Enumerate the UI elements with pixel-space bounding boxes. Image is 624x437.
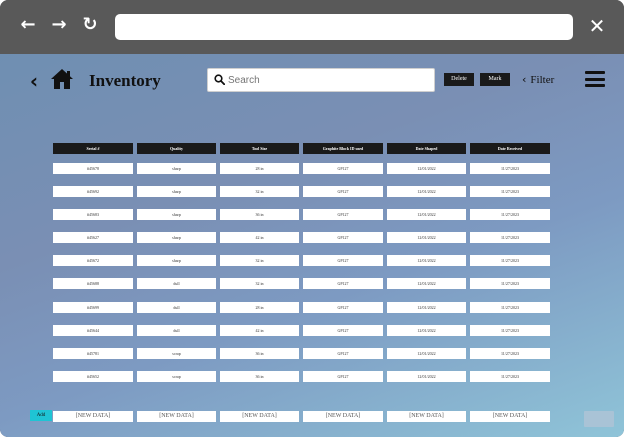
filter-button[interactable]: ‹ Filter xyxy=(522,72,554,88)
table-cell-date-received: 11/27/2023 xyxy=(470,348,550,359)
table-cell-date-received: 11/27/2023 xyxy=(470,325,550,336)
search-box[interactable] xyxy=(207,68,435,92)
table-cell-date-shaped: 12/01/2022 xyxy=(387,186,466,197)
add-button[interactable]: Add xyxy=(30,410,52,421)
filter-label: Filter xyxy=(530,74,555,86)
search-icon xyxy=(214,74,225,85)
table-cell-date-shaped: 12/01/2022 xyxy=(387,348,466,359)
search-input[interactable] xyxy=(228,71,428,89)
table-cell-date-received: 11/27/2023 xyxy=(470,278,550,289)
table-cell-serial: #45627 xyxy=(53,232,133,243)
table-cell-tool-size: 36 in xyxy=(220,209,299,220)
table-cell-serial: #45652 xyxy=(53,371,133,382)
browser-window: ← → ↻ ✕ ‹ Inventory Delete Mark ‹Filter … xyxy=(0,0,624,437)
table-cell-tool-size: 32 in xyxy=(220,278,299,289)
table-cell-date-received: 11/27/2023 xyxy=(470,232,550,243)
table-cell-date-shaped: 12/01/2022 xyxy=(387,325,466,336)
column-header-date-received: Date Received xyxy=(470,143,550,154)
table-cell-graphite-block: GP127 xyxy=(303,348,383,359)
table-cell-date-shaped: 12/01/2022 xyxy=(387,255,466,266)
table-cell-serial: #45672 xyxy=(53,255,133,266)
table-cell-tool-size: 32 in xyxy=(220,255,299,266)
table-cell-tool-size: 42 in xyxy=(220,325,299,336)
table-cell-graphite-block: GP127 xyxy=(303,278,383,289)
corner-button[interactable] xyxy=(584,411,614,427)
back-chevron-icon[interactable]: ‹ xyxy=(26,71,42,91)
table-cell-quality: dull xyxy=(137,278,216,289)
table-cell-date-shaped: 12/01/2022 xyxy=(387,163,466,174)
home-icon[interactable] xyxy=(50,68,74,90)
new-data-cell-date-shaped[interactable]: [NEW DATA] xyxy=(387,411,466,422)
page-title: Inventory xyxy=(89,71,161,90)
column-header-date-shaped: Date Shaped xyxy=(387,143,466,154)
hamburger-menu-icon[interactable] xyxy=(585,69,605,89)
table-cell-quality: sharp xyxy=(137,209,216,220)
table-cell-graphite-block: GP127 xyxy=(303,232,383,243)
chevron-left-icon: ‹ xyxy=(522,73,527,86)
delete-button[interactable]: Delete xyxy=(444,73,474,86)
table-cell-date-shaped: 12/01/2022 xyxy=(387,371,466,382)
table-cell-serial: #45683 xyxy=(53,209,133,220)
table-cell-graphite-block: GP127 xyxy=(303,302,383,313)
column-header-quality: Quality xyxy=(137,143,216,154)
new-data-cell-date-received[interactable]: [NEW DATA] xyxy=(470,411,550,422)
column-header-serial: Serial # xyxy=(53,143,133,154)
table-cell-serial: #45688 xyxy=(53,278,133,289)
new-data-cell-tool-size[interactable]: [NEW DATA] xyxy=(220,411,299,422)
address-bar[interactable] xyxy=(115,14,573,40)
table-cell-graphite-block: GP127 xyxy=(303,371,383,382)
column-header-graphite-block: Graphite Block ID used xyxy=(303,143,383,154)
table-cell-tool-size: 36 in xyxy=(220,371,299,382)
table-cell-date-received: 11/27/2023 xyxy=(470,255,550,266)
table-cell-graphite-block: GP127 xyxy=(303,255,383,266)
table-cell-tool-size: 32 in xyxy=(220,186,299,197)
mark-button[interactable]: Mark xyxy=(480,73,510,86)
table-cell-date-received: 11/27/2023 xyxy=(470,371,550,382)
table-cell-date-received: 11/27/2023 xyxy=(470,163,550,174)
table-cell-date-received: 11/27/2023 xyxy=(470,186,550,197)
new-data-cell-serial[interactable]: [NEW DATA] xyxy=(53,411,133,422)
table-cell-quality: sharp xyxy=(137,232,216,243)
table-cell-date-shaped: 12/01/2022 xyxy=(387,278,466,289)
table-cell-tool-size: 28 in xyxy=(220,302,299,313)
table-cell-tool-size: 36 in xyxy=(220,348,299,359)
table-cell-graphite-block: GP127 xyxy=(303,325,383,336)
table-cell-date-shaped: 12/01/2022 xyxy=(387,302,466,313)
table-cell-graphite-block: GP127 xyxy=(303,186,383,197)
table-cell-serial: #45678 xyxy=(53,163,133,174)
column-header-tool-size: Tool Size xyxy=(220,143,299,154)
browser-toolbar: ← → ↻ ✕ xyxy=(0,0,624,54)
table-cell-serial: #45781 xyxy=(53,348,133,359)
table-cell-quality: sharp xyxy=(137,255,216,266)
table-cell-quality: dull xyxy=(137,302,216,313)
table-cell-serial: #45699 xyxy=(53,302,133,313)
new-data-cell-graphite-block[interactable]: [NEW DATA] xyxy=(303,411,383,422)
new-data-cell-quality[interactable]: [NEW DATA] xyxy=(137,411,216,422)
table-cell-tool-size: 42 in xyxy=(220,232,299,243)
browser-back-icon[interactable]: ← xyxy=(17,14,39,36)
browser-reload-icon[interactable]: ↻ xyxy=(79,14,101,36)
table-cell-serial: #45644 xyxy=(53,325,133,336)
table-cell-quality: scrap xyxy=(137,348,216,359)
table-cell-date-shaped: 12/01/2022 xyxy=(387,232,466,243)
table-cell-date-shaped: 12/01/2022 xyxy=(387,209,466,220)
browser-close-icon[interactable]: ✕ xyxy=(586,14,608,38)
table-cell-serial: #45692 xyxy=(53,186,133,197)
browser-forward-icon[interactable]: → xyxy=(48,14,70,36)
table-cell-tool-size: 28 in xyxy=(220,163,299,174)
table-cell-graphite-block: GP127 xyxy=(303,163,383,174)
table-cell-quality: dull xyxy=(137,325,216,336)
table-cell-date-received: 11/27/2023 xyxy=(470,302,550,313)
table-cell-quality: scrap xyxy=(137,371,216,382)
table-cell-quality: sharp xyxy=(137,186,216,197)
table-cell-graphite-block: GP127 xyxy=(303,209,383,220)
table-cell-date-received: 11/27/2023 xyxy=(470,209,550,220)
table-cell-quality: sharp xyxy=(137,163,216,174)
